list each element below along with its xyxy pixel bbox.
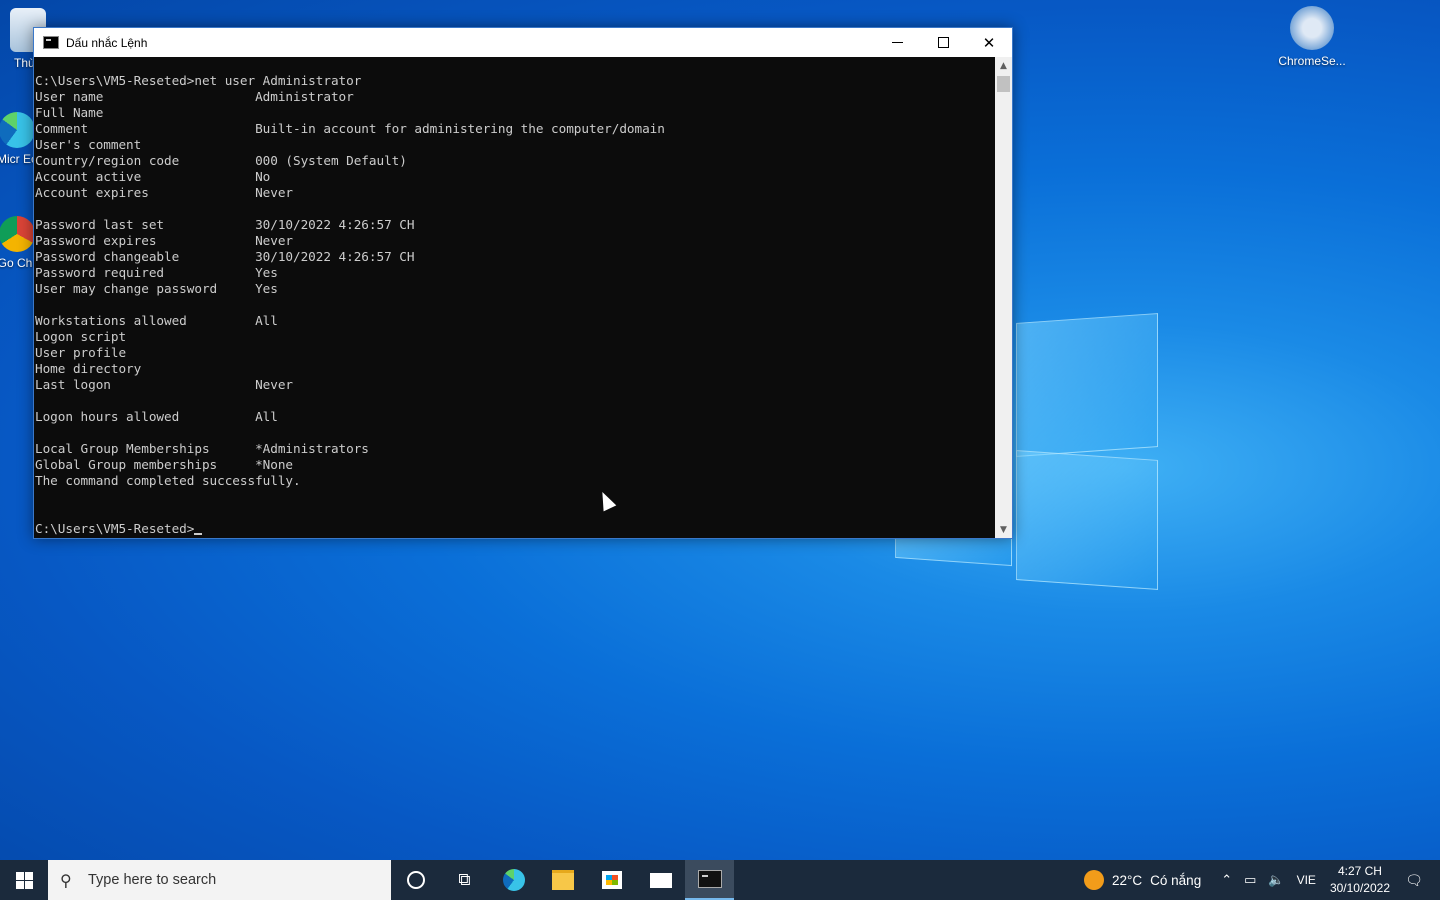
window-title: Dấu nhắc Lệnh	[66, 35, 148, 50]
edge-icon	[0, 112, 35, 148]
taskbar-cmd-button[interactable]	[685, 860, 734, 900]
input-language[interactable]: VIE	[1297, 873, 1316, 887]
show-hidden-icons-chevron-icon[interactable]: ⌃	[1221, 872, 1232, 888]
search-icon: ⚲	[60, 870, 72, 890]
store-icon	[601, 871, 622, 889]
taskbar-file-explorer-button[interactable]	[538, 860, 587, 900]
taskbar-mail-button[interactable]	[636, 860, 685, 900]
cmd-icon	[43, 36, 59, 49]
task-view-button[interactable]: ⧉	[440, 860, 489, 900]
console-text: C:\Users\VM5-Reseted>net user Administra…	[35, 73, 665, 536]
system-tray: 22°C Có nắng ⌃ ▭ 🔈 VIE 4:27 CH 30/10/202…	[1083, 860, 1440, 900]
edge-icon	[502, 869, 525, 891]
weather-sun-icon[interactable]	[1083, 870, 1104, 890]
taskbar: ⚲ Type here to search ⧉ 22°C Có nắng ⌃ ▭…	[0, 860, 1440, 900]
weather-condition[interactable]: Có nắng	[1150, 873, 1201, 888]
notification-center-button[interactable]: 🗨	[1402, 872, 1426, 889]
command-prompt-window[interactable]: Dấu nhắc Lệnh ✕ C:\Users\VM5-Reseted>net…	[33, 27, 1013, 539]
cortana-icon	[406, 871, 425, 889]
clock-time: 4:27 CH	[1337, 864, 1382, 878]
chrome-icon	[0, 216, 35, 252]
clock[interactable]: 4:27 CH 30/10/2022	[1330, 863, 1390, 897]
notification-icon: 🗨	[1405, 871, 1423, 888]
taskbar-search-box[interactable]: ⚲ Type here to search	[48, 860, 391, 900]
windows-logo-icon	[15, 871, 33, 889]
network-icon[interactable]: ▭	[1244, 872, 1256, 888]
taskbar-store-button[interactable]	[587, 860, 636, 900]
cortana-button[interactable]	[391, 860, 440, 900]
desktop-icon-chrome-setup[interactable]: ChromeSe...	[1272, 6, 1352, 68]
taskbar-edge-button[interactable]	[489, 860, 538, 900]
console-prompt: C:\Users\VM5-Reseted>	[35, 521, 195, 536]
volume-muted-icon[interactable]: 🔈	[1268, 872, 1284, 888]
console-output[interactable]: C:\Users\VM5-Reseted>net user Administra…	[34, 57, 995, 538]
minimize-button[interactable]	[874, 28, 920, 57]
maximize-button[interactable]	[920, 28, 966, 57]
start-button[interactable]	[0, 860, 48, 900]
close-icon: ✕	[982, 33, 996, 52]
search-placeholder: Type here to search	[88, 872, 217, 888]
scroll-down-arrow[interactable]: ▼	[995, 521, 1012, 538]
vertical-scrollbar[interactable]: ▲ ▼	[995, 57, 1012, 538]
weather-temperature[interactable]: 22°C	[1112, 873, 1142, 888]
title-bar[interactable]: Dấu nhắc Lệnh ✕	[34, 28, 1012, 57]
file-explorer-icon	[551, 870, 574, 890]
minimize-icon	[891, 42, 903, 43]
mail-icon	[649, 872, 672, 888]
maximize-icon	[937, 37, 949, 48]
task-view-icon: ⧉	[458, 870, 471, 890]
scroll-thumb[interactable]	[997, 76, 1010, 92]
close-button[interactable]: ✕	[966, 28, 1012, 57]
cmd-icon	[697, 870, 722, 888]
chrome-setup-icon	[1290, 6, 1334, 50]
scroll-up-arrow[interactable]: ▲	[995, 57, 1012, 74]
clock-date: 30/10/2022	[1329, 881, 1390, 895]
text-cursor	[194, 533, 203, 535]
